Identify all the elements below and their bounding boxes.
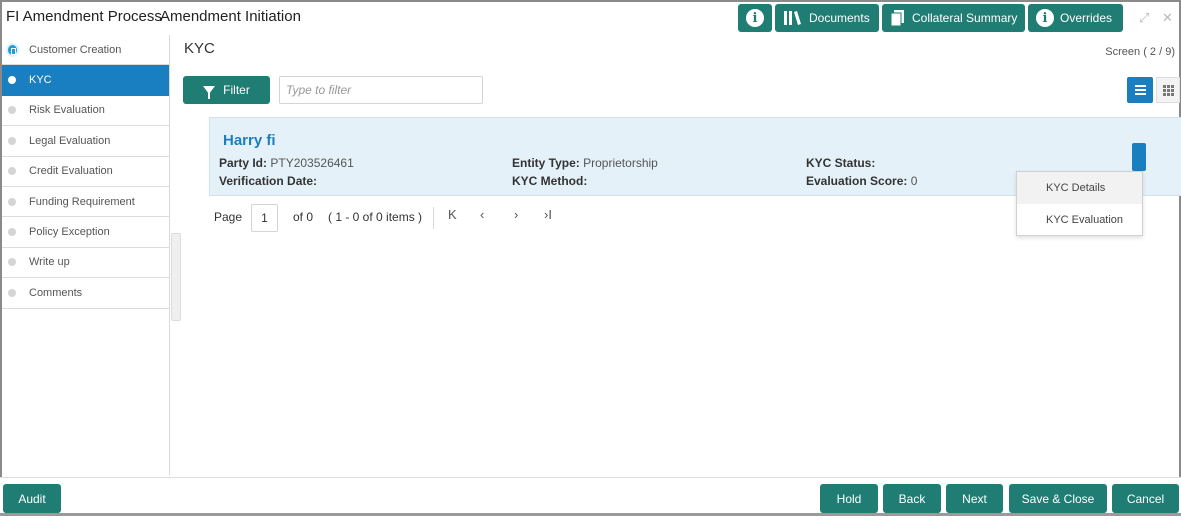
- sidebar-collapse-handle[interactable]: [171, 233, 181, 321]
- verification-date-field: Verification Date:: [219, 174, 317, 188]
- entity-type-value: Proprietorship: [583, 156, 658, 170]
- header: FI Amendment Process Amendment Initiatio…: [2, 2, 1179, 34]
- step-dot-icon: [8, 228, 16, 237]
- sidebar-item-funding-requirement[interactable]: Funding Requirement: [2, 187, 169, 218]
- page-label: Page: [214, 210, 243, 224]
- close-icon[interactable]: ✕: [1162, 10, 1173, 26]
- sidebar-item-risk-evaluation[interactable]: Risk Evaluation: [2, 96, 169, 127]
- sidebar-item-legal-evaluation[interactable]: Legal Evaluation: [2, 126, 169, 157]
- list-view-button[interactable]: [1127, 77, 1153, 103]
- party-id-label: Party Id:: [219, 156, 268, 170]
- verification-date-label: Verification Date:: [219, 174, 318, 188]
- party-name[interactable]: Harry fi: [223, 132, 276, 149]
- expand-icon[interactable]: ⤢: [1139, 10, 1149, 26]
- documents-label: Documents: [809, 11, 870, 25]
- sidebar-item-comments[interactable]: Comments: [2, 278, 169, 309]
- next-button[interactable]: Next: [946, 484, 1003, 513]
- sidebar-item-customer-creation[interactable]: Customer Creation: [2, 35, 169, 66]
- page-range: ( 1 - 0 of 0 items ): [328, 210, 423, 224]
- step-dot-icon: [8, 197, 16, 206]
- sidebar-item-label: Customer Creation: [29, 43, 122, 56]
- bottom-margin: [0, 516, 1181, 531]
- sidebar-item-label: Write up: [29, 256, 70, 269]
- filter-label: Filter: [223, 83, 250, 97]
- list-icon: [1134, 85, 1146, 87]
- entity-type-field: Entity Type: Proprietorship: [512, 156, 658, 170]
- grid-icon: [1162, 84, 1166, 88]
- back-button[interactable]: Back: [883, 484, 941, 513]
- hold-button[interactable]: Hold: [820, 484, 878, 513]
- overrides-button[interactable]: i Overrides: [1028, 4, 1123, 32]
- library-icon: [783, 10, 803, 26]
- evaluation-score-label: Evaluation Score:: [806, 174, 908, 188]
- kyc-method-field: KYC Method:: [512, 174, 587, 188]
- party-id-value: PTY203526461: [270, 156, 354, 170]
- overrides-label: Overrides: [1060, 11, 1113, 25]
- sidebar-item-kyc[interactable]: KYC: [2, 65, 169, 96]
- evaluation-score-field: Evaluation Score: 0: [806, 174, 917, 188]
- sidebar-item-label: Legal Evaluation: [29, 134, 111, 147]
- card-action-menu: KYC Details KYC Evaluation: [1016, 171, 1143, 236]
- screen-counter: Screen ( 2 / 9): [1105, 46, 1175, 58]
- sidebar-item-label: Risk Evaluation: [29, 104, 105, 117]
- info-button[interactable]: i: [738, 4, 772, 32]
- sidebar-item-label: Credit Evaluation: [29, 165, 113, 178]
- documents-button[interactable]: Documents: [775, 4, 879, 32]
- next-page-icon[interactable]: ›: [514, 207, 518, 222]
- step-dot-icon: [8, 167, 16, 176]
- menu-item-kyc-evaluation[interactable]: KYC Evaluation: [1017, 204, 1142, 236]
- step-dot-icon: [8, 106, 16, 115]
- filter-icon: [203, 86, 216, 99]
- sidebar-item-label: Policy Exception: [29, 226, 110, 239]
- grid-view-button[interactable]: [1156, 77, 1180, 103]
- sidebar-item-write-up[interactable]: Write up: [2, 248, 169, 279]
- filter-input[interactable]: [279, 76, 483, 104]
- party-id-field: Party Id: PTY203526461: [219, 156, 354, 170]
- collateral-summary-button[interactable]: Collateral Summary: [882, 4, 1025, 32]
- sidebar-item-credit-evaluation[interactable]: Credit Evaluation: [2, 157, 169, 187]
- first-page-icon[interactable]: K: [448, 207, 457, 222]
- document-icon: [890, 9, 906, 27]
- filter-button[interactable]: Filter: [183, 76, 270, 104]
- sidebar-item-policy-exception[interactable]: Policy Exception: [2, 217, 169, 248]
- last-page-icon[interactable]: ›I: [544, 207, 552, 222]
- prev-page-icon[interactable]: ‹: [480, 207, 484, 222]
- sidebar: Customer Creation KYC Risk Evaluation Le…: [2, 35, 170, 475]
- kyc-status-field: KYC Status:: [806, 156, 875, 170]
- process-title: FI Amendment Process: [6, 8, 162, 25]
- cancel-button[interactable]: Cancel: [1112, 484, 1179, 513]
- sidebar-item-label: Comments: [29, 286, 83, 299]
- sidebar-item-label: Funding Requirement: [29, 195, 135, 208]
- sidebar-item-label: KYC: [29, 74, 52, 87]
- page-total: of 0: [293, 210, 314, 224]
- evaluation-score-value: 0: [910, 174, 918, 188]
- page-title: KYC: [184, 40, 215, 57]
- entity-type-label: Entity Type:: [512, 156, 580, 170]
- kyc-status-label: KYC Status:: [806, 156, 876, 170]
- pagination-divider: [433, 207, 434, 229]
- info-icon: i: [746, 9, 764, 27]
- save-close-button[interactable]: Save & Close: [1009, 484, 1107, 513]
- step-dot-icon: [8, 288, 16, 297]
- step-dot-icon: [8, 136, 16, 145]
- step-complete-icon: [6, 42, 19, 57]
- info-icon: i: [1036, 9, 1054, 27]
- stage-title: Amendment Initiation: [160, 8, 301, 25]
- card-menu-button[interactable]: [1132, 143, 1146, 171]
- step-dot-icon: [8, 76, 16, 85]
- collateral-summary-label: Collateral Summary: [912, 11, 1018, 25]
- page-number-input[interactable]: [251, 204, 278, 232]
- step-dot-icon: [8, 258, 16, 267]
- audit-button[interactable]: Audit: [3, 484, 61, 513]
- kyc-method-label: KYC Method:: [512, 174, 588, 188]
- menu-item-kyc-details[interactable]: KYC Details: [1017, 172, 1142, 204]
